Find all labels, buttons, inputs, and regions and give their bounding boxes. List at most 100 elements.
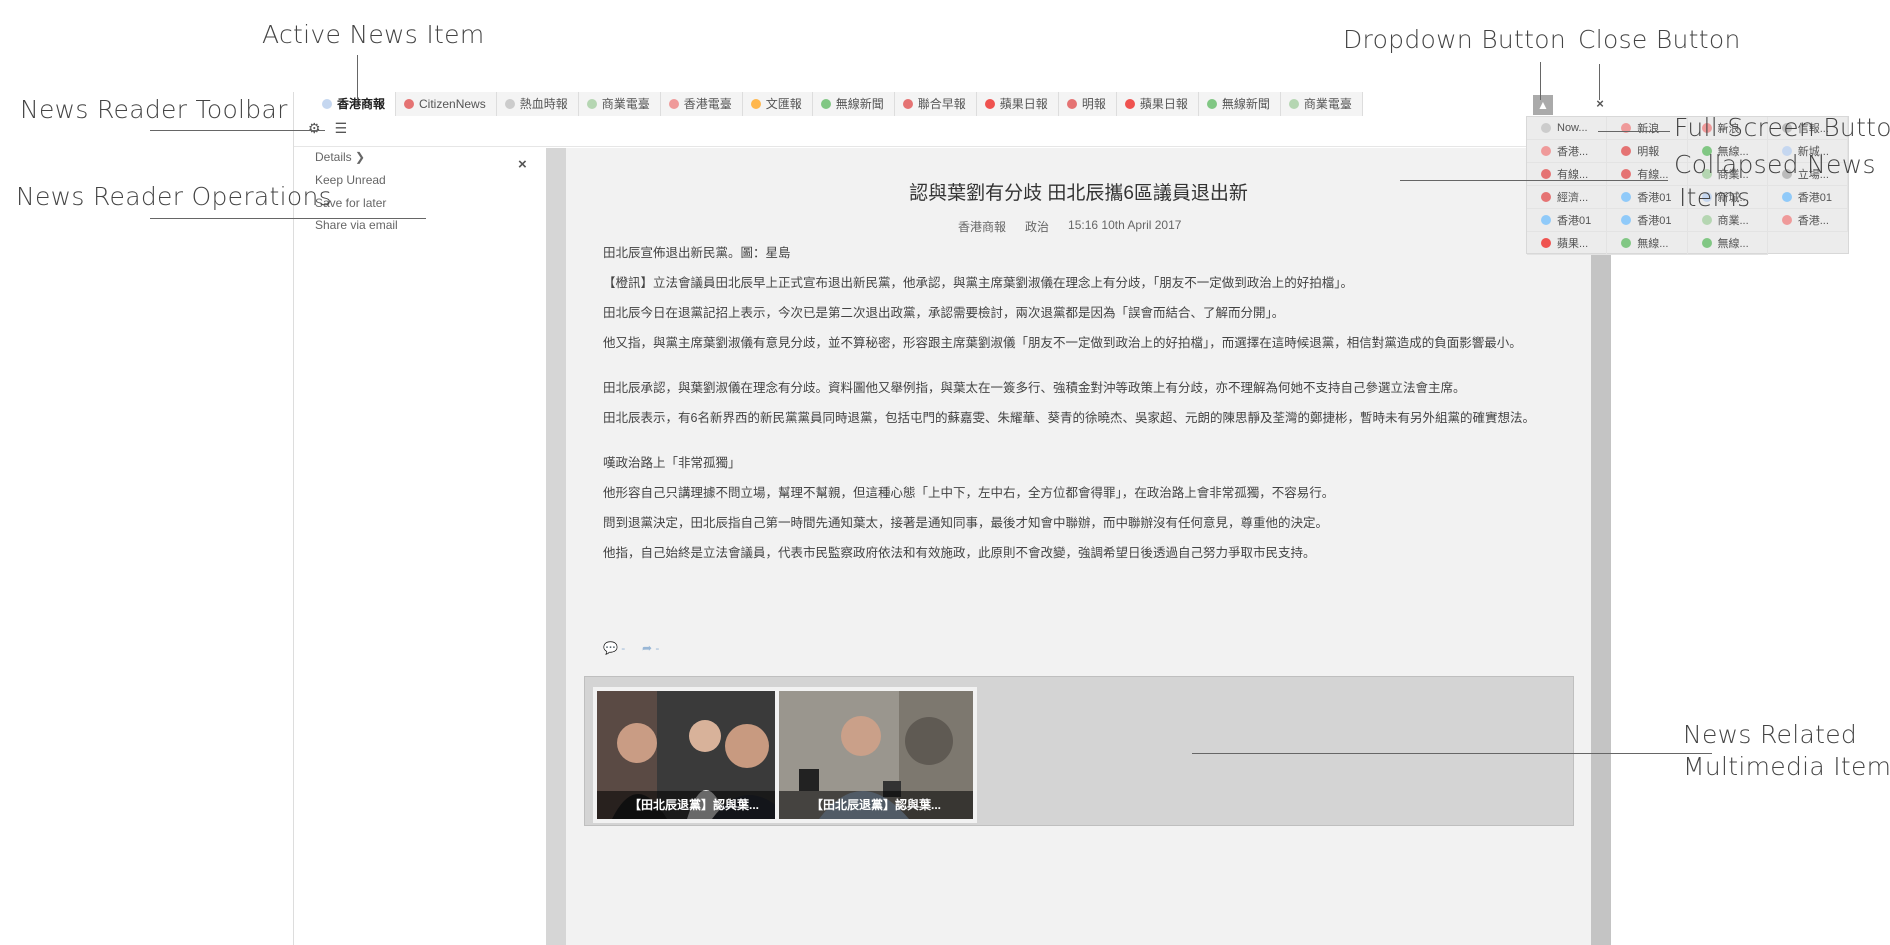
source-icon	[1621, 192, 1632, 202]
article-meta: 香港商報 政治 15:16 10th April 2017	[958, 218, 1181, 235]
news-tab[interactable]: 文匯報	[742, 92, 813, 116]
collapsed-news-label: Now...	[1557, 122, 1588, 134]
news-tab-label: 蘋果日報	[999, 97, 1048, 111]
collapsed-news-label: 香港...	[1797, 215, 1829, 227]
collapsed-news-label: 蘋果...	[1557, 238, 1589, 250]
source-icon	[1541, 215, 1551, 225]
collapsed-news-item[interactable]: 香港01	[1607, 209, 1688, 232]
news-tab[interactable]: 香港電臺	[660, 92, 743, 116]
article-paragraph: 【橙訊】立法會議員田北辰早上正式宣布退出新民黨，他承認，與黨主席葉劉淑儀在理念上…	[603, 276, 1354, 290]
source-icon	[1288, 99, 1299, 109]
news-tab[interactable]: 蘋果日報	[976, 92, 1059, 116]
news-tab-label: 無線新聞	[1221, 97, 1270, 111]
collapsed-news-item[interactable]: 商業...	[1687, 209, 1768, 232]
collapsed-news-item[interactable]: 香港01	[1767, 186, 1848, 209]
close-button[interactable]: ×	[1592, 96, 1608, 111]
news-tab[interactable]: 無線新聞	[1198, 92, 1281, 116]
collapsed-news-item[interactable]: 香港...	[1527, 140, 1608, 163]
source-icon	[820, 99, 831, 109]
collapsed-news-item[interactable]: 香港01	[1607, 186, 1688, 209]
source-icon	[1124, 99, 1135, 109]
source-icon	[1621, 215, 1632, 225]
source-icon	[902, 99, 913, 109]
media-thumbnail[interactable]: 【田北辰退黨】認與葉...	[593, 687, 795, 823]
callout-line	[1540, 62, 1541, 100]
news-tab[interactable]: 明報	[1058, 92, 1117, 116]
toolbar-divider	[294, 146, 1612, 147]
share-icon[interactable]: ➦	[642, 641, 652, 655]
article-title: 認與葉劉有分歧 田北辰攜6區議員退出新	[909, 183, 1248, 204]
article-paragraph: 他形容自己只講理據不問立場，幫理不幫親，但這種心態「上中下，左中右，全方位都會得…	[603, 486, 1335, 500]
collapsed-news-item[interactable]: 無線...	[1687, 232, 1768, 255]
source-icon	[984, 99, 995, 109]
comment-icon[interactable]: 💬	[603, 641, 618, 655]
news-tab[interactable]: CitizenNews	[396, 92, 497, 116]
news-reader-app: 香港商報 CitizenNews 熱血時報 商業電臺 香港電臺 文匯報 無線新聞 聯合早報 蘋果…	[293, 92, 1849, 945]
source-icon	[1541, 169, 1551, 179]
source-icon	[1621, 146, 1632, 156]
source-icon	[750, 99, 761, 109]
collapsed-news-item[interactable]: 香港...	[1767, 209, 1848, 232]
callout-news-reader-operations: News Reader Operations	[16, 182, 332, 211]
callout-collapsed-news-items-2: Items	[1679, 183, 1751, 212]
comment-count: -	[621, 641, 626, 655]
op-details-link[interactable]: Details ❯	[315, 150, 365, 164]
collapsed-news-label: 無線...	[1637, 238, 1669, 250]
collapsed-news-label: 無線...	[1717, 238, 1749, 250]
op-share-email-link[interactable]: Share via email	[315, 218, 398, 232]
source-icon	[1206, 99, 1217, 109]
callout-line	[150, 218, 426, 219]
source-icon	[1621, 238, 1632, 248]
callout-news-reader-toolbar: News Reader Toolbar	[20, 95, 288, 124]
news-tab-bar: 香港商報 CitizenNews 熱血時報 商業電臺 香港電臺 文匯報 無線新聞 聯合早報 蘋果…	[314, 92, 1363, 116]
collapsed-news-label: 明報	[1637, 146, 1660, 158]
callout-line	[357, 55, 358, 101]
callout-multimedia-items: News Related	[1683, 720, 1858, 749]
callout-line	[1400, 180, 1668, 181]
gear-icon[interactable]: ⚙	[308, 120, 321, 137]
news-tab-label: 文匯報	[765, 97, 802, 111]
news-tab[interactable]: 無線新聞	[812, 92, 895, 116]
collapsed-news-item[interactable]: 有線...	[1527, 163, 1608, 186]
news-tab[interactable]: 聯合早報	[894, 92, 977, 116]
media-caption: 【田北辰退黨】認與葉...	[597, 791, 791, 819]
news-tab-label: 蘋果日報	[1139, 97, 1188, 111]
operations-close-icon[interactable]: ×	[518, 156, 527, 173]
source-icon	[1621, 169, 1632, 179]
collapsed-news-item[interactable]: 經濟...	[1527, 186, 1608, 209]
reader-scrollbar[interactable]	[1591, 148, 1611, 945]
source-icon	[1701, 215, 1712, 225]
source-icon	[586, 99, 597, 109]
collapsed-news-label: 香港01	[1557, 215, 1592, 227]
collapsed-news-item[interactable]: 無線...	[1607, 232, 1688, 255]
collapsed-news-label: 經濟...	[1557, 192, 1589, 204]
news-tab[interactable]: 蘋果日報	[1116, 92, 1199, 116]
collapsed-news-item[interactable]: 香港01	[1527, 209, 1608, 232]
news-tab[interactable]: 商業電臺	[1280, 92, 1363, 116]
news-tab-label: 熱血時報	[519, 97, 568, 111]
news-tab[interactable]: 熱血時報	[496, 92, 579, 116]
source-icon	[404, 99, 415, 109]
article-source[interactable]: 香港商報	[958, 218, 1006, 235]
source-icon	[1541, 146, 1551, 156]
news-tab-label: 商業電臺	[1303, 97, 1352, 111]
article-paragraph: 他又指，與黨主席葉劉淑儀有意見分歧，並不算秘密，形容跟主席葉劉淑儀「朋友不一定做…	[603, 336, 1522, 350]
callout-collapsed-news-items: Collapsed News	[1674, 150, 1876, 179]
multimedia-strip: 【田北辰退黨】認與葉... 【田北辰退黨】認與葉...	[584, 676, 1574, 826]
media-thumbnail[interactable]: 【田北辰退黨】認與葉...	[775, 687, 977, 823]
callout-line	[1599, 64, 1600, 100]
collapsed-news-item[interactable]: 蘋果...	[1527, 232, 1608, 255]
news-tab-label: 香港電臺	[683, 97, 732, 111]
collapsed-news-item[interactable]: Now...	[1527, 117, 1608, 140]
dropdown-button[interactable]: ▲	[1533, 95, 1553, 115]
callout-active-news-item: Active News Item	[262, 20, 485, 49]
callout-line	[1192, 753, 1712, 754]
article-paragraph: 田北辰承認，與葉劉淑儀在理念有分歧。資料圖他又舉例指，與葉太在一簽多行、強積金對…	[603, 381, 1466, 395]
news-tab[interactable]: 商業電臺	[578, 92, 661, 116]
menu-icon[interactable]: ☰	[335, 120, 348, 137]
collapsed-news-label: 香港01	[1637, 192, 1672, 204]
article-category: 政治	[1025, 220, 1050, 234]
news-tab-label: 聯合早報	[917, 97, 966, 111]
news-tab[interactable]: 香港商報	[314, 92, 397, 116]
source-icon	[668, 99, 679, 109]
